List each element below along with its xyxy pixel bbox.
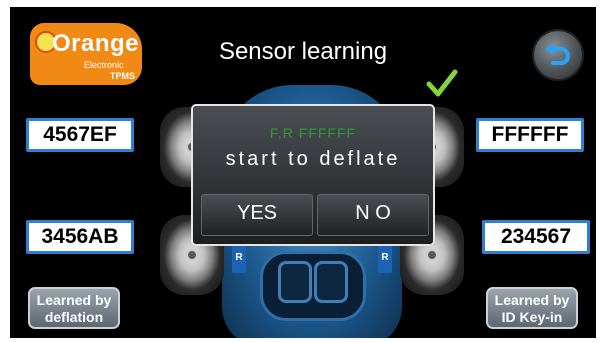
sensor-id-front-right[interactable]: FFFFFF — [476, 118, 584, 152]
car-seat-right — [314, 261, 348, 303]
learned-by-deflation-button[interactable]: Learned by deflation — [28, 287, 120, 329]
sensor-id-front-left[interactable]: 4567EF — [26, 118, 134, 152]
page-title: Sensor learning — [218, 38, 388, 65]
yes-button[interactable]: YES — [201, 194, 313, 236]
green-checkmark-icon — [426, 69, 458, 97]
screen: Orange Electronic TPMS Sensor learning R… — [0, 0, 606, 343]
mode-deflation-line2: deflation — [44, 309, 104, 325]
car-rear-window — [260, 251, 366, 321]
undo-arrow-icon — [545, 43, 570, 65]
wheel-tag-left: R — [232, 243, 246, 273]
no-button[interactable]: N O — [317, 194, 429, 236]
mode-deflation-line1: Learned by — [36, 292, 112, 308]
sensor-id-rear-left[interactable]: 3456AB — [26, 220, 134, 254]
mode-keyin-line2: ID Key-in — [501, 309, 563, 325]
dialog-sensor-line: F.R FFFFFF — [269, 125, 357, 141]
back-button[interactable] — [534, 31, 582, 79]
sensor-id-rear-right[interactable]: 234567 — [482, 220, 590, 254]
mode-keyin-line1: Learned by — [494, 292, 570, 308]
wheel-tag-right: R — [378, 243, 392, 273]
car-seat-left — [278, 261, 312, 303]
learned-by-keyin-button[interactable]: Learned by ID Key-in — [486, 287, 578, 329]
logo-subtext-tpms: TPMS — [110, 71, 136, 81]
dialog-message: start to deflate — [225, 148, 401, 170]
tpms-panel: Orange Electronic TPMS Sensor learning R… — [10, 7, 596, 338]
deflate-dialog: F.R FFFFFF start to deflate YES N O — [191, 104, 435, 246]
